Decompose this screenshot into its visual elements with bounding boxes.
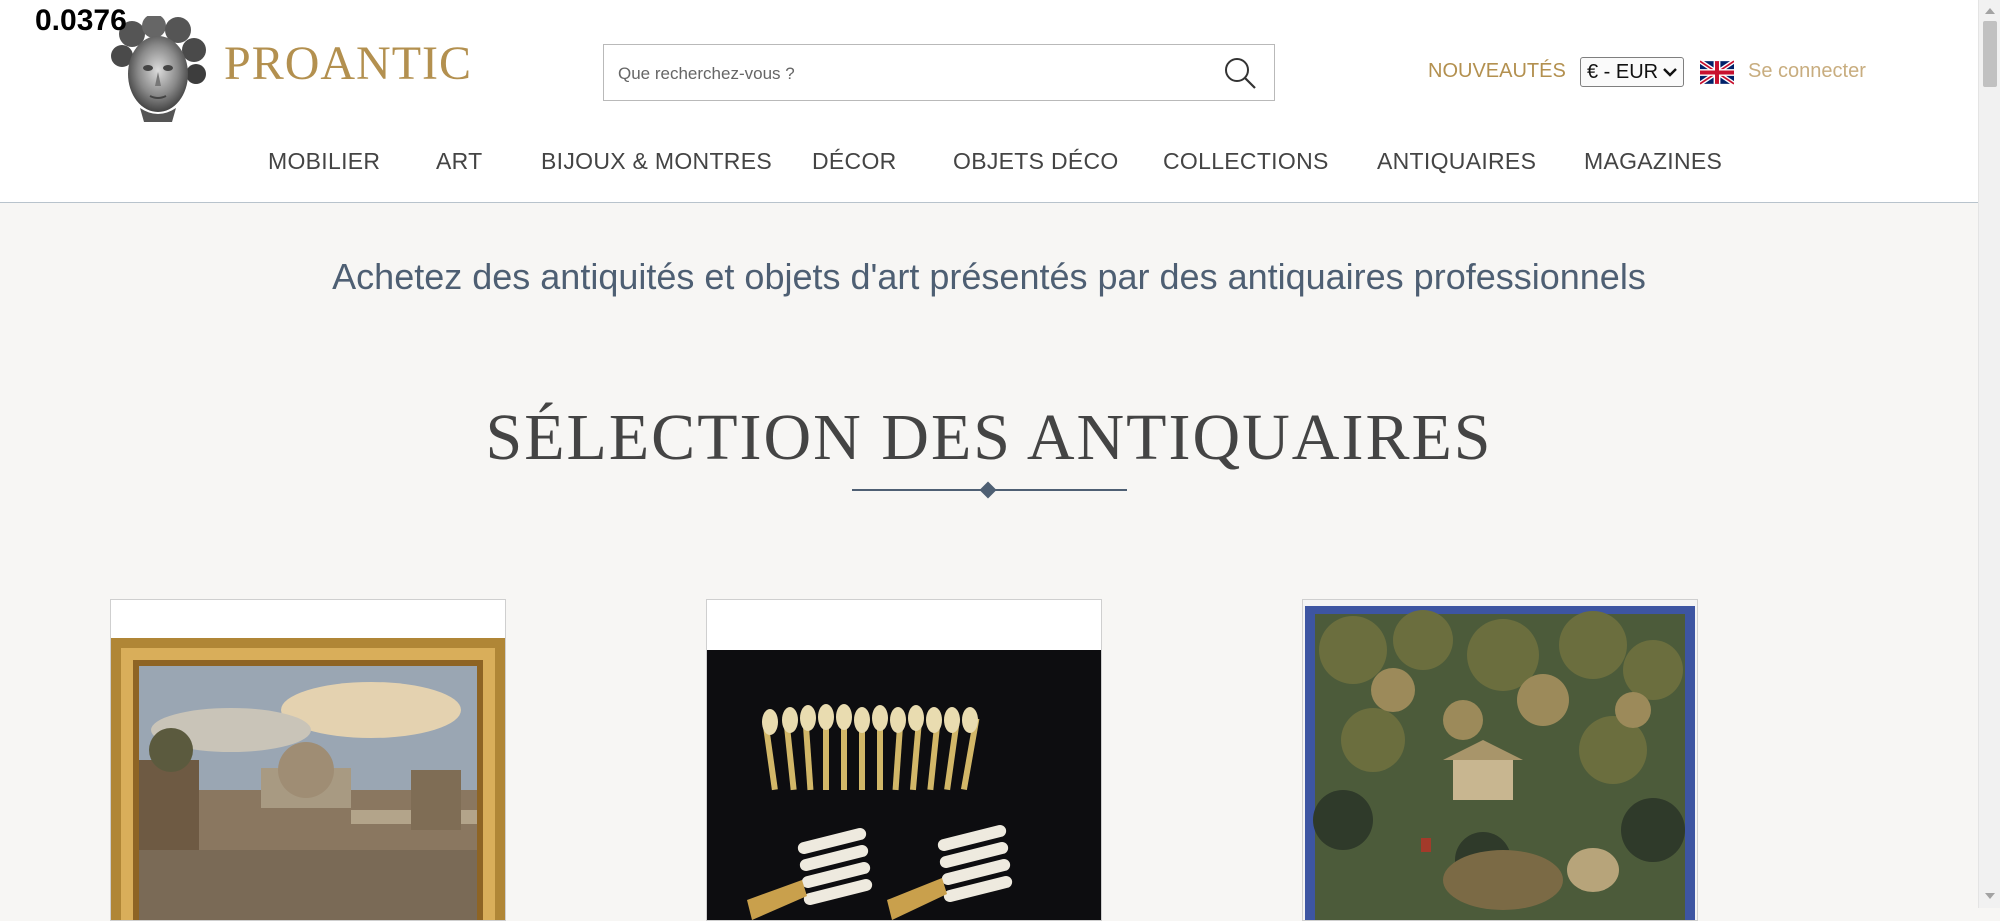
title-divider-ornament: [979, 481, 997, 499]
search-box: [603, 44, 1275, 102]
scrollbar-thumb[interactable]: [1983, 21, 1997, 87]
cutlery-image: [707, 600, 1101, 920]
section-title: SÉLECTION DES ANTIQUAIRES: [485, 401, 1493, 474]
product-card-painting[interactable]: [110, 599, 506, 921]
nav-item-antiquaires[interactable]: ANTIQUAIRES: [1377, 148, 1536, 175]
nav-item-decor[interactable]: DÉCOR: [812, 148, 897, 175]
uk-flag-icon[interactable]: [1700, 60, 1734, 85]
scroll-down-arrow-icon[interactable]: [1985, 893, 1995, 899]
currency-value: € - EUR: [1587, 60, 1659, 83]
page-tagline: Achetez des antiquités et objets d'art p…: [332, 256, 1646, 297]
main-navigation: MOBILIER ART BIJOUX & MONTRES DÉCOR OBJE…: [0, 148, 1978, 178]
product-card-cutlery[interactable]: [706, 599, 1102, 921]
site-header: PROANTIC NOUVEAUTÉS € - EUR Se connecter…: [0, 0, 1978, 203]
product-card-tapestry[interactable]: [1302, 599, 1698, 921]
tapestry-image: [1303, 600, 1697, 920]
page-scrollbar[interactable]: [1978, 0, 2000, 908]
scroll-up-arrow-icon[interactable]: [1985, 8, 1995, 14]
nav-item-collections[interactable]: COLLECTIONS: [1163, 148, 1329, 175]
nav-item-bijoux-montres[interactable]: BIJOUX & MONTRES: [541, 148, 772, 175]
login-link[interactable]: Se connecter: [1748, 60, 1866, 83]
search-icon[interactable]: [1222, 55, 1258, 91]
nav-item-art[interactable]: ART: [436, 148, 483, 175]
search-input[interactable]: [616, 45, 1200, 102]
chevron-down-icon: [1663, 68, 1677, 77]
nav-item-mobilier[interactable]: MOBILIER: [268, 148, 380, 175]
site-logo[interactable]: PROANTIC: [110, 16, 472, 122]
currency-select[interactable]: € - EUR: [1580, 57, 1684, 87]
nav-item-objets-deco[interactable]: OBJETS DÉCO: [953, 148, 1119, 175]
logo-wordmark: PROANTIC: [224, 36, 473, 90]
overlay-number: 0.0376: [35, 4, 127, 37]
nav-item-magazines[interactable]: MAGAZINES: [1584, 148, 1722, 175]
nouveautes-link[interactable]: NOUVEAUTÉS: [1428, 60, 1566, 83]
painting-image: [111, 600, 505, 920]
